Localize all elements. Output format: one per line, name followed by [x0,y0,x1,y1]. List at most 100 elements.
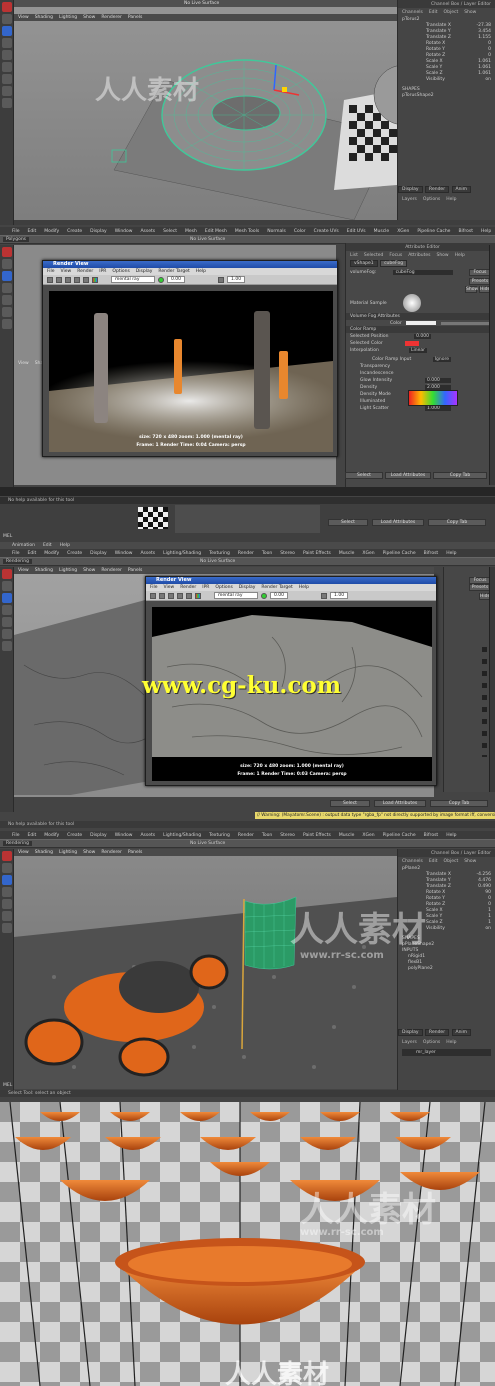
layer-tab-anim-4[interactable]: Anim [451,1029,472,1036]
select-tool-icon-4[interactable] [2,851,12,861]
menu-lighting-shading[interactable]: Lighting/Shading [163,551,201,556]
menu-help[interactable]: Help [481,229,491,234]
layout-four-icon-2[interactable] [2,319,12,329]
menu-create[interactable]: Create [67,833,82,838]
vp-menu-show[interactable]: Show [83,568,95,573]
attr-menu-attributes[interactable]: Attributes [408,253,430,258]
menu-muscle[interactable]: Muscle [374,229,390,234]
menu-modify[interactable]: Modify [44,229,59,234]
select-button-3[interactable]: Select [330,800,370,807]
menu-pipeline-cache[interactable]: Pipeline Cache [383,833,416,838]
channel-value[interactable]: 0 [488,896,491,901]
menu-display[interactable]: Display [90,833,107,838]
menu-window[interactable]: Window [115,551,133,556]
top-menu-animation[interactable]: Animation [12,543,35,548]
menu-display[interactable]: Display [90,229,107,234]
presets-button[interactable]: Presets [469,277,491,285]
menu-render[interactable]: Render [238,833,254,838]
vp-menu-lighting[interactable]: Lighting [59,850,77,855]
channel-value[interactable]: -27.38 [476,23,491,28]
render-menu-display[interactable]: Display [239,585,256,590]
vp-menu-view[interactable]: View [18,568,29,573]
mode-selector-2[interactable]: Polygons [3,237,30,242]
load-attributes-button-2[interactable]: Load Attributes [385,472,431,479]
selected-position-field[interactable]: 0.000 [414,334,431,339]
presets-button-3[interactable]: Presets [469,584,491,591]
channel-value[interactable]: 90 [485,890,491,895]
menu-xgen[interactable]: XGen [362,551,374,556]
layout-single-icon-4[interactable] [2,911,12,921]
channel-value[interactable]: 0 [488,53,491,58]
menu-bifrost[interactable]: Bifrost [424,551,439,556]
layer-menu-help-4[interactable]: Help [446,1040,456,1045]
right-side-tabs-2[interactable] [489,245,495,485]
vp-menu-shading[interactable]: Shading [35,568,53,573]
focus-button-3[interactable]: Focus [469,576,491,584]
channel-value[interactable]: 0.490 [478,884,491,889]
menu-file[interactable]: File [12,229,20,234]
exposure-field[interactable]: 0.00 [167,276,186,283]
render-menu-display[interactable]: Display [136,269,153,274]
channel-value[interactable]: 0 [488,902,491,907]
scale-tool-icon[interactable] [2,50,12,60]
no-live-surface-label[interactable]: No Live Surface [184,1,219,6]
channel-value[interactable]: -4.256 [476,872,491,877]
menu-paint-effects[interactable]: Paint Effects [303,833,331,838]
fog-attr-row[interactable]: Light Scatter 1.000 [346,405,495,412]
lasso-tool-icon-4[interactable] [2,863,12,873]
lasso-tool-icon[interactable] [2,14,12,24]
channel-row[interactable]: Visibility on [398,76,495,82]
menu-stereo[interactable]: Stereo [280,551,295,556]
channel-menu-edit[interactable]: Edit [429,10,438,15]
rgb-icon-3[interactable] [195,592,201,599]
menu-toon[interactable]: Toon [262,551,272,556]
channel-menu-channels-4[interactable]: Channels [402,859,423,864]
menu-color[interactable]: Color [294,229,306,234]
render-menu-file[interactable]: File [47,269,55,274]
layout-four-icon[interactable] [2,74,12,84]
no-live-surface-4[interactable]: No Live Surface [190,841,225,846]
layer-tab-render-4[interactable]: Render [425,1029,450,1036]
layout-four-icon-3[interactable] [2,641,12,651]
layout-four-icon-4[interactable] [2,923,12,933]
snapshot-icon-3[interactable] [186,592,192,599]
menu-paint-effects[interactable]: Paint Effects [303,551,331,556]
menu-select[interactable]: Select [163,229,177,234]
menu-normals[interactable]: Normals [267,229,286,234]
render-menu-render[interactable]: Render [180,585,196,590]
viewport-perspective[interactable]: View Shading Lighting Show Renderer Pane… [14,0,397,220]
menu-texturing[interactable]: Texturing [209,551,230,556]
layer-tab-display-4[interactable]: Display [398,1029,423,1036]
render-menu-help[interactable]: Help [299,585,309,590]
move-tool-icon-4[interactable] [2,875,12,885]
menu-toon[interactable]: Toon [262,833,272,838]
render-menu-view[interactable]: View [61,269,72,274]
menu-texturing[interactable]: Texturing [209,833,230,838]
menu-help[interactable]: Help [446,551,456,556]
renderer-select-3[interactable]: mental ray [214,592,258,599]
ipr-render-icon[interactable] [56,276,62,283]
scale-tool-icon-3[interactable] [2,617,12,627]
channel-value[interactable]: 1 [488,908,491,913]
fog-attr-row[interactable]: Incandescence [346,370,495,377]
rotate-tool-icon-2[interactable] [2,283,12,293]
attr-menu-list[interactable]: List [350,253,358,258]
shape-name[interactable]: pTorusShape2 [402,93,434,98]
select-button-2[interactable]: Select [345,472,383,479]
move-tool-icon[interactable] [2,26,12,36]
rotate-tool-icon-4[interactable] [2,887,12,897]
render-menu-options[interactable]: Options [112,269,129,274]
copy-tab-button-strip[interactable]: Copy Tab [428,519,486,526]
color-slider[interactable] [441,321,491,325]
channel-value[interactable]: 0 [488,47,491,52]
gamma-field-3[interactable]: 1.00 [330,592,349,599]
color-ramp-section[interactable]: Color Ramp [350,327,376,332]
copy-tab-button-3[interactable]: Copy Tab [430,800,488,807]
menu-create[interactable]: Create [67,229,82,234]
menu-mesh[interactable]: Mesh [185,229,197,234]
menu-modify[interactable]: Modify [44,833,59,838]
lasso-tool-icon-3[interactable] [2,581,12,591]
rgb-icon[interactable] [92,276,98,283]
layer-tab-anim[interactable]: Anim [451,186,472,193]
attr-tab-shape[interactable]: vShape1 [350,260,378,267]
